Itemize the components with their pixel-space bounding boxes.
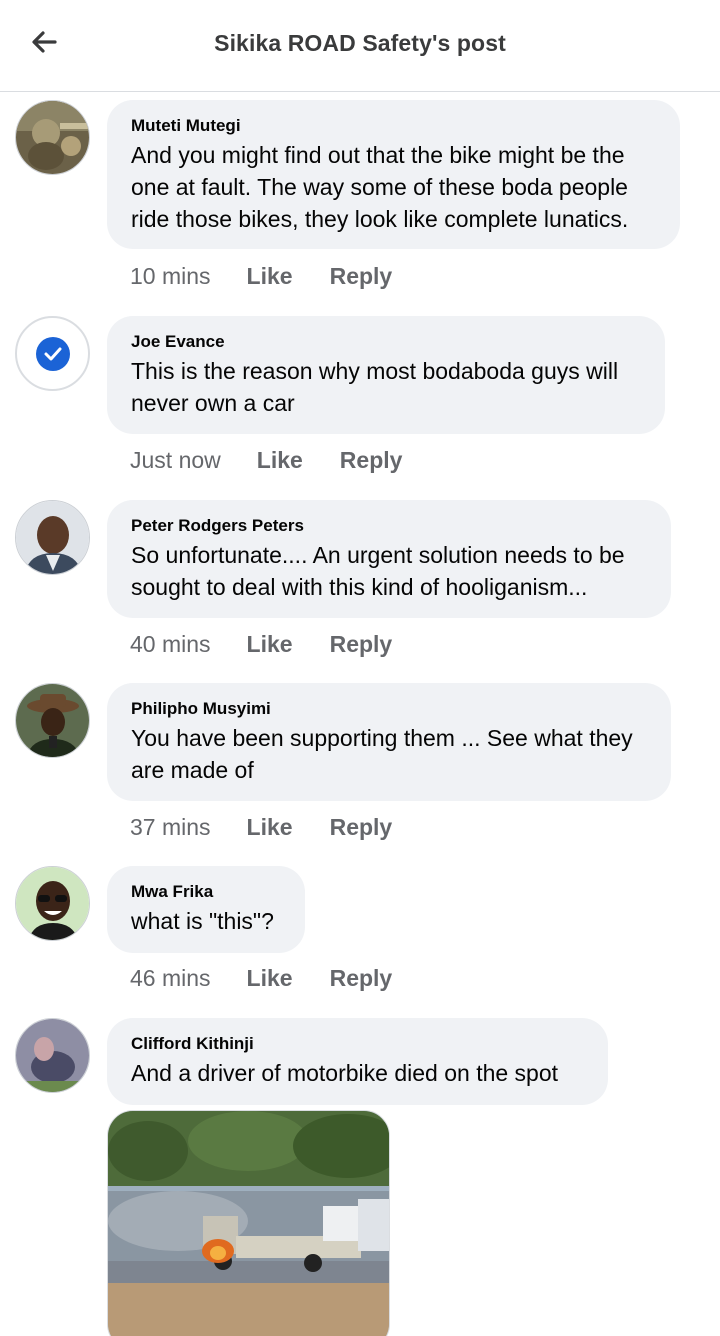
comment-text-line: This is the reason why most bodaboda guy…	[131, 358, 619, 384]
comment-text-line: are made of	[131, 757, 254, 783]
comment-bubble: Clifford Kithinji And a driver of motorb…	[107, 1018, 608, 1105]
comment-text: what is "this"?	[131, 905, 281, 937]
avatar[interactable]	[15, 1018, 90, 1093]
comment-bubble: Mwa Frika what is "this"?	[107, 866, 305, 953]
comment-text: So unfortunate.... An urgent solution ne…	[131, 539, 647, 603]
comment-text-line: And a driver of motorbike died on the sp…	[131, 1060, 559, 1086]
comment-text-line: ride those bikes, they look like complet…	[131, 206, 629, 232]
reply-button[interactable]: Reply	[330, 965, 393, 992]
comment-author[interactable]: Muteti Mutegi	[131, 115, 656, 137]
comment-timestamp: 40 mins	[130, 631, 211, 657]
avatar[interactable]	[15, 500, 90, 575]
check-icon	[35, 336, 70, 371]
avatar[interactable]	[15, 683, 90, 758]
comment-text: And a driver of motorbike died on the sp…	[131, 1057, 584, 1089]
comment-actions: 46 mins Like Reply	[130, 965, 429, 992]
comment-timestamp: Just now	[130, 447, 221, 473]
like-button[interactable]: Like	[247, 263, 293, 290]
comment-timestamp: 46 mins	[130, 965, 211, 991]
avatar[interactable]	[15, 866, 90, 941]
reply-button[interactable]: Reply	[330, 631, 393, 658]
page-title: Sikika ROAD Safety's post	[214, 30, 506, 56]
comment-text-line: sought to deal with this kind of hooliga…	[131, 574, 588, 600]
comment-text-line: You have been supporting them ... See wh…	[131, 725, 633, 751]
comment-text: You have been supporting them ... See wh…	[131, 722, 647, 786]
comment-text-line: And you might find out that the bike mig…	[131, 142, 625, 168]
comment-author[interactable]: Philipho Musyimi	[131, 698, 647, 720]
comment-bubble: Philipho Musyimi You have been supportin…	[107, 683, 671, 801]
reply-button[interactable]: Reply	[330, 263, 393, 290]
like-button[interactable]: Like	[247, 814, 293, 841]
comment-text: And you might find out that the bike mig…	[131, 139, 656, 235]
comment-author[interactable]: Mwa Frika	[131, 881, 281, 903]
comment-text-line: what is "this"?	[131, 908, 274, 934]
like-button[interactable]: Like	[247, 965, 293, 992]
comment-bubble: Peter Rodgers Peters So unfortunate.... …	[107, 500, 671, 618]
comment-photo-attachment[interactable]	[107, 1110, 390, 1336]
comment-text-line: So unfortunate.... An urgent solution ne…	[131, 542, 625, 568]
comment-actions: 37 mins Like Reply	[130, 814, 429, 841]
like-button[interactable]: Like	[257, 447, 303, 474]
reply-button[interactable]: Reply	[330, 814, 393, 841]
comment-actions: 40 mins Like Reply	[130, 631, 429, 658]
avatar[interactable]	[15, 100, 90, 175]
reply-button[interactable]: Reply	[340, 447, 403, 474]
comment-text-line: never own a car	[131, 390, 295, 416]
comment-bubble: Muteti Mutegi And you might find out tha…	[107, 100, 680, 249]
comment-timestamp: 37 mins	[130, 814, 211, 840]
comment-author[interactable]: Peter Rodgers Peters	[131, 515, 647, 537]
comment-text: This is the reason why most bodaboda guy…	[131, 355, 641, 419]
comment-timestamp: 10 mins	[130, 263, 211, 289]
comment-author[interactable]: Clifford Kithinji	[131, 1033, 584, 1055]
comment-bubble: Joe Evance This is the reason why most b…	[107, 316, 665, 434]
comment-text-line: one at fault. The way some of these boda…	[131, 174, 628, 200]
like-button[interactable]: Like	[247, 631, 293, 658]
top-bar: Sikika ROAD Safety's post	[0, 0, 720, 92]
avatar[interactable]	[15, 316, 90, 391]
comment-actions: Just now Like Reply	[130, 447, 439, 474]
comment-actions: 10 mins Like Reply	[130, 263, 429, 290]
comment-author[interactable]: Joe Evance	[131, 331, 641, 353]
